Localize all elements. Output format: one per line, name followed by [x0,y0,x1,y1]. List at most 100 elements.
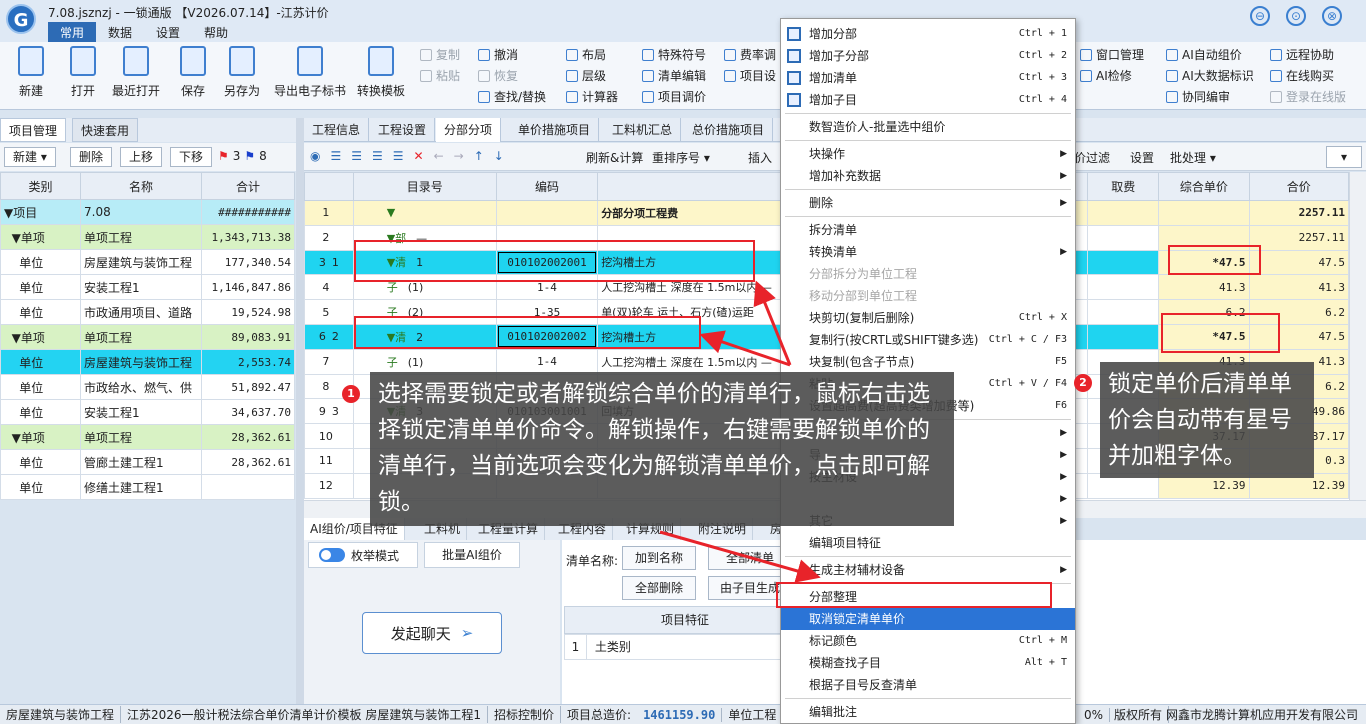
arrow-down-icon[interactable]: ↓ [494,149,504,163]
export-tender-button[interactable]: 导出电子标书 [274,46,346,99]
login-online-button[interactable]: 登录在线版 [1270,88,1346,105]
add-to-name-button[interactable]: 加到名称 [622,546,696,570]
list-icon[interactable]: ☰ [372,149,383,163]
tab-sub-items[interactable]: 分部分项 [436,118,502,142]
tab-material-summary[interactable]: 工料机汇总 [604,118,682,142]
start-chat-button[interactable]: 发起聊天 ➢ [362,612,502,654]
calculator-button[interactable]: 计算器 [566,88,618,105]
window-manage-button[interactable]: 窗口管理 [1080,46,1144,63]
ai-auto-price-button[interactable]: AI自动组价 [1166,46,1242,63]
tree-row[interactable]: 单位 市政给水、燃气、供 51,892.47 [0,374,295,400]
copy-button[interactable]: 复制 [420,46,460,63]
list-edit-button[interactable]: 清单编辑 [642,67,706,84]
tree-row[interactable]: 单位 安装工程1 34,637.70 [0,399,295,425]
context-menu-item[interactable]: 增加子目 Ctrl + 4 [781,89,1075,111]
tab-total-measures[interactable]: 总价措施项目 [684,118,774,142]
delete-icon[interactable]: ✕ [414,149,424,163]
ai-bigdata-button[interactable]: AI大数据标识 [1166,67,1254,84]
context-menu-item[interactable]: 模糊查找子目 Alt + T [781,652,1075,674]
save-as-button[interactable]: 另存为 [224,46,260,99]
context-menu-item[interactable]: 块复制(包含子节点) F5 [781,351,1075,373]
feature-row[interactable]: 1 土类别 [564,634,792,660]
delete-all-button[interactable]: 全部删除 [622,576,696,600]
tree-row[interactable]: 单位 修缮土建工程1 [0,474,295,500]
level-button[interactable]: 层级 [566,67,606,84]
context-menu-item[interactable]: 数智造价人-批量选中组价 [781,116,1075,138]
batch-ai-price-button[interactable]: 批量AI组价 [424,542,520,568]
grid-vertical-scrollbar[interactable] [1349,172,1366,500]
arrow-right-icon[interactable]: → [454,149,464,163]
context-menu-item[interactable]: 删除 ▶ [781,192,1075,214]
menu-help[interactable]: 帮助 [192,22,240,43]
context-menu-item[interactable]: 移动分部到单位工程 [781,285,1075,307]
delete-item-button[interactable]: 删除 [70,147,113,167]
special-symbol-button[interactable]: 特殊符号 [642,46,706,63]
context-menu-item[interactable]: 增加子分部 Ctrl + 2 [781,45,1075,67]
online-buy-button[interactable]: 在线购买 [1270,67,1334,84]
save-button[interactable]: 保存 [180,46,206,99]
dropdown-button[interactable]: ▾ [1326,146,1362,168]
open-button[interactable]: 打开 [70,46,96,99]
context-menu-item[interactable]: 增加分部 Ctrl + 1 [781,23,1075,45]
tree-row[interactable]: ▼单项 单项工程 89,083.91 [0,324,295,350]
move-down-button[interactable]: 下移 [170,147,213,167]
tree-row[interactable]: 单位 房屋建筑与装饰工程 177,340.54 [0,249,295,275]
tab-project-settings[interactable]: 工程设置 [370,118,436,142]
reorder-button[interactable]: 重排序号 ▾ [652,149,710,166]
menu-common[interactable]: 常用 [48,22,97,43]
context-menu-item[interactable]: 编辑项目特征 [781,532,1075,554]
refresh-calc-button[interactable]: 刷新&计算 [586,149,643,166]
tree-row[interactable]: 单位 安装工程1 1,146,847.86 [0,274,295,300]
new-item-button[interactable]: 新建 ▾ [4,147,56,167]
context-menu-item[interactable]: 转换清单 ▶ [781,241,1075,263]
context-menu-item[interactable]: 增加补充数据 ▶ [781,165,1075,187]
close-icon[interactable]: ⊗ [1322,6,1342,26]
arrow-up-icon[interactable]: ↑ [474,149,484,163]
tab-project-manage[interactable]: 项目管理 [0,118,67,142]
redo-button[interactable]: 恢复 [478,67,518,84]
undo-button[interactable]: 撤消 [478,46,518,63]
project-settings-button[interactable]: 项目设 [724,67,776,84]
paste-button[interactable]: 粘贴 [420,67,460,84]
red-flag-icon[interactable]: ⚑ [218,149,229,163]
context-menu-item[interactable]: 生成主材辅材设备 ▶ [781,559,1075,581]
price-filter-button[interactable]: 价过滤 [1074,149,1110,166]
tree-row[interactable]: 单位 房屋建筑与装饰工程 2,553.74 [0,349,295,375]
ai-check-button[interactable]: AI检修 [1080,67,1132,84]
arrow-left-icon[interactable]: ← [434,149,444,163]
move-up-button[interactable]: 上移 [120,147,163,167]
context-menu-item[interactable]: 块剪切(复制后删除) Ctrl + X [781,307,1075,329]
tab-unit-measures[interactable]: 单价措施项目 [510,118,600,142]
splitter[interactable] [296,118,304,704]
maximize-icon[interactable]: ⊙ [1286,6,1306,26]
app-logo-icon[interactable]: G [6,4,36,34]
list2-icon[interactable]: ☰ [393,149,404,163]
context-menu-item[interactable]: 标记颜色 Ctrl + M [781,630,1075,652]
outdent-icon[interactable]: ☰ [351,149,362,163]
tree-row[interactable]: ▼单项 单项工程 1,343,713.38 [0,224,295,250]
recent-open-button[interactable]: 最近打开 [112,46,160,99]
insert-button[interactable]: 插入 [748,149,772,166]
context-menu-item[interactable]: 取消锁定清单单价 [781,608,1075,630]
find-replace-button[interactable]: 查找/替换 [478,88,546,105]
context-menu-item[interactable]: 分部拆分为单位工程 [781,263,1075,285]
context-menu-item[interactable]: 块操作 ▶ [781,143,1075,165]
context-menu-item[interactable]: 增加清单 Ctrl + 3 [781,67,1075,89]
project-price-adjust-button[interactable]: 项目调价 [642,88,706,105]
indent-icon[interactable]: ☰ [330,149,341,163]
menu-settings[interactable]: 设置 [144,22,192,43]
batch-button[interactable]: 批处理 ▾ [1170,149,1216,166]
context-menu-item[interactable]: 根据子目号反查清单 [781,674,1075,696]
tree-row[interactable]: 单位 市政通用项目、道路 19,524.98 [0,299,295,325]
minimize-icon[interactable]: ⊖ [1250,6,1270,26]
blue-flag-icon[interactable]: ⚑ [244,149,255,163]
context-menu-item[interactable]: 拆分清单 [781,219,1075,241]
remote-assist-button[interactable]: 远程协助 [1270,46,1334,63]
tree-row[interactable]: ▼项目 7.08 ########### [0,199,295,225]
tab-project-info[interactable]: 工程信息 [304,118,370,142]
context-menu-item[interactable]: 编辑批注 [781,701,1075,723]
rate-adjust-button[interactable]: 费率调 [724,46,776,63]
collab-review-button[interactable]: 协同编审 [1166,88,1230,105]
enum-mode-toggle[interactable]: 枚举模式 [308,542,418,568]
context-menu-item[interactable]: 复制行(按CRTL或SHIFT键多选) Ctrl + C / F3 [781,329,1075,351]
